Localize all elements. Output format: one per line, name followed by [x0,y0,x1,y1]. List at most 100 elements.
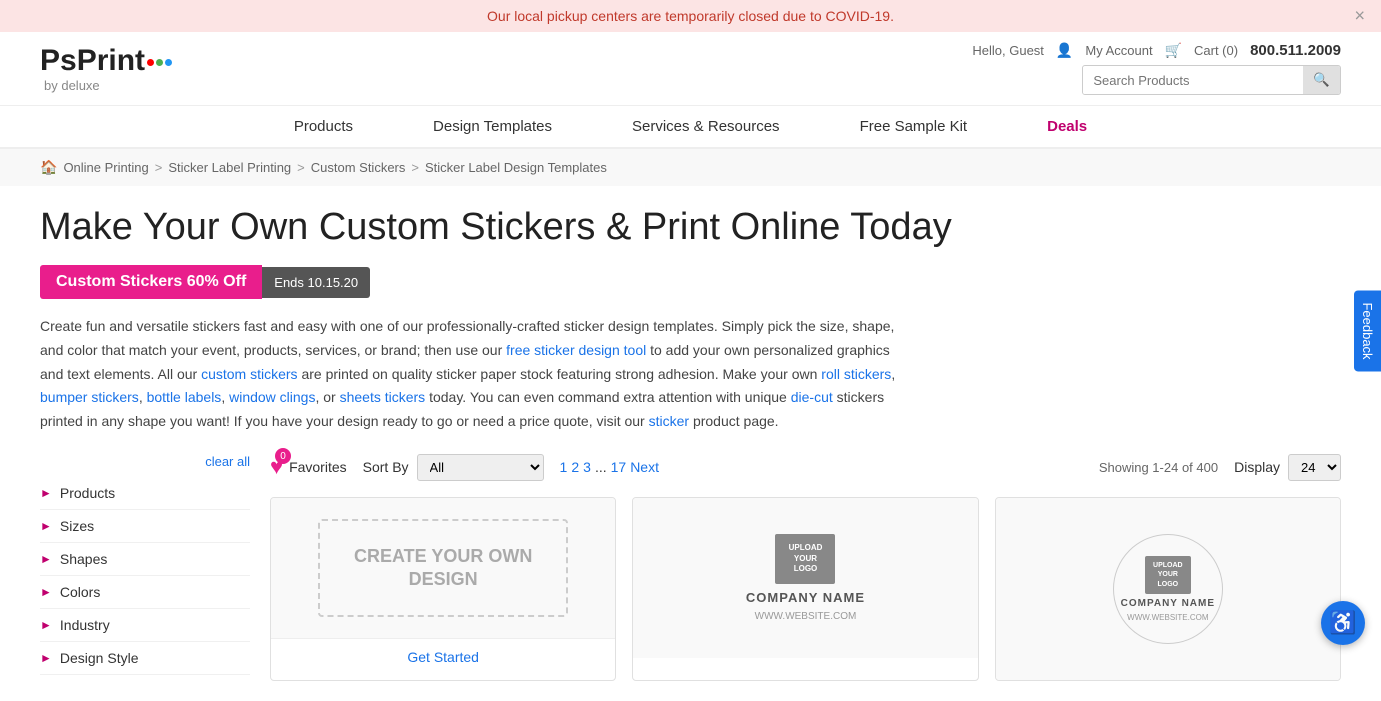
die-cut-link[interactable]: die-cut [791,389,833,405]
covid-message: Our local pickup centers are temporarily… [487,8,894,24]
upload-logo-box-2: UPLOAD YOUR LOGO [775,534,835,584]
search-input[interactable] [1083,67,1303,94]
nav-deals[interactable]: Deals [1007,106,1127,147]
nav-free-sample-kit[interactable]: Free Sample Kit [820,106,1008,147]
nav-products[interactable]: Products [254,106,393,147]
product-card-template-2[interactable]: UPLOAD YOUR LOGO COMPANY NAME WWW.WEBSIT… [632,497,978,681]
sidebar-colors-label: Colors [60,584,100,600]
bumper-stickers-link[interactable]: bumper stickers [40,389,139,405]
roll-stickers-link[interactable]: roll stickers [821,366,891,382]
page-3[interactable]: 3 [583,459,591,475]
page-1[interactable]: 1 [560,459,568,475]
main-nav: Products Design Templates Services & Res… [0,106,1381,149]
cart-link[interactable]: Cart (0) [1194,43,1238,58]
sort-select[interactable]: All Most Popular Newest Price Low-High [417,454,544,481]
sidebar-item-design-style[interactable]: ► Design Style [40,642,250,675]
promo-end: Ends 10.15.20 [262,267,370,298]
breadcrumb-custom-stickers[interactable]: Custom Stickers [311,160,406,175]
sidebar-products-label: Products [60,485,115,501]
promo-badge: Custom Stickers 60% Off Ends 10.15.20 [40,265,370,299]
page-ellipsis: ... [595,459,607,475]
template-3-image: UPLOAD YOUR LOGO COMPANY NAME WWW.WEBSIT… [996,498,1340,680]
arrow-icon: ► [40,486,52,500]
phone-number: 800.511.2009 [1250,42,1341,59]
breadcrumb-online-printing[interactable]: Online Printing [63,160,148,175]
nav-items: Products Design Templates Services & Res… [0,106,1381,149]
sidebar-sizes-label: Sizes [60,518,94,534]
logo-sub: by deluxe [44,78,100,93]
search-bar: 🔍 [1082,65,1341,95]
hello-text: Hello, Guest [972,43,1044,58]
company-name-3: COMPANY NAME [1121,598,1215,609]
header-right: Hello, Guest 👤 My Account 🛒 Cart (0) 800… [972,42,1341,95]
bottle-labels-link[interactable]: bottle labels [147,389,222,405]
header-top-links: Hello, Guest 👤 My Account 🛒 Cart (0) 800… [972,42,1341,59]
arrow-icon: ► [40,651,52,665]
logo[interactable]: PsPrint by deluxe [40,44,172,93]
products-section: ♥ 0 Favorites Sort By All Most Popular N… [250,454,1341,681]
free-sticker-tool-link[interactable]: free sticker design tool [506,342,646,358]
arrow-icon: ► [40,618,52,632]
clear-all-button[interactable]: clear all [40,454,250,469]
arrow-icon: ► [40,585,52,599]
sidebar-item-shapes[interactable]: ► Shapes [40,543,250,576]
search-button[interactable]: 🔍 [1303,66,1340,94]
pagination: 1 2 3 ... 17 Next [560,459,659,475]
create-own-image: CREATE YOUR OWN DESIGN [271,498,615,638]
sticker-link[interactable]: sticker [649,413,689,429]
template-2-image: UPLOAD YOUR LOGO COMPANY NAME WWW.WEBSIT… [633,498,977,658]
feedback-tab[interactable]: Feedback [1354,290,1381,371]
upload-text-2: UPLOAD YOUR LOGO [785,543,825,574]
products-toolbar: ♥ 0 Favorites Sort By All Most Popular N… [270,454,1341,481]
accessibility-button[interactable]: ♿ [1321,601,1365,645]
breadcrumb: 🏠 Online Printing > Sticker Label Printi… [0,149,1381,186]
circle-template: UPLOAD YOUR LOGO COMPANY NAME WWW.WEBSIT… [1113,534,1223,644]
sidebar-industry-label: Industry [60,617,110,633]
breadcrumb-sticker-label-printing[interactable]: Sticker Label Printing [168,160,291,175]
page-2[interactable]: 2 [571,459,579,475]
arrow-icon: ► [40,552,52,566]
display-select[interactable]: 24 48 96 [1288,454,1341,481]
sidebar-design-style-label: Design Style [60,650,139,666]
promo-main: Custom Stickers 60% Off [40,265,262,299]
sidebar-item-sizes[interactable]: ► Sizes [40,510,250,543]
breadcrumb-sticker-label-design-templates[interactable]: Sticker Label Design Templates [425,160,607,175]
page-description: Create fun and versatile stickers fast a… [40,315,910,434]
card-footer-create-own: Get Started [271,638,615,675]
nav-design-templates[interactable]: Design Templates [393,106,592,147]
favorites-label: Favorites [289,459,347,475]
get-started-link[interactable]: Get Started [407,649,479,665]
cart-icon: 🛒 [1165,42,1182,59]
product-card-template-3[interactable]: UPLOAD YOUR LOGO COMPANY NAME WWW.WEBSIT… [995,497,1341,681]
pagination-next[interactable]: Next [630,459,659,475]
website-3: WWW.WEBSITE.COM [1127,613,1208,622]
nav-services-resources[interactable]: Services & Resources [592,106,820,147]
covid-close-button[interactable]: × [1354,6,1365,27]
logo-brand: PsPrint [40,44,172,78]
page-title: Make Your Own Custom Stickers & Print On… [40,206,1341,249]
favorites-button[interactable]: ♥ 0 Favorites [270,454,347,480]
main-content: Make Your Own Custom Stickers & Print On… [0,186,1381,701]
user-icon: 👤 [1056,42,1073,59]
header: PsPrint by deluxe Hello, Guest 👤 My Acco… [0,32,1381,106]
upload-logo-box-3: UPLOAD YOUR LOGO [1145,556,1191,594]
upload-text-3: UPLOAD YOUR LOGO [1153,561,1183,588]
display-section: Display 24 48 96 [1234,454,1341,481]
company-name-2: COMPANY NAME [746,590,865,605]
sidebar-item-products[interactable]: ► Products [40,477,250,510]
my-account-link[interactable]: My Account [1085,43,1152,58]
website-2: WWW.WEBSITE.COM [755,611,857,622]
page-17[interactable]: 17 [611,459,627,475]
create-own-text: CREATE YOUR OWN DESIGN [354,546,532,589]
sidebar-shapes-label: Shapes [60,551,107,567]
sidebar-item-industry[interactable]: ► Industry [40,609,250,642]
custom-stickers-link[interactable]: custom stickers [201,366,297,382]
content-area: clear all ► Products ► Sizes ► Shapes ► … [40,454,1341,681]
create-own-box: CREATE YOUR OWN DESIGN [318,519,568,618]
sort-label: Sort By [363,459,409,475]
sidebar-item-colors[interactable]: ► Colors [40,576,250,609]
window-clings-link[interactable]: window clings [229,389,315,405]
showing-count: Showing 1-24 of 400 [1099,460,1218,475]
product-card-create-own: CREATE YOUR OWN DESIGN Get Started [270,497,616,681]
sheets-tickers-link[interactable]: sheets tickers [340,389,426,405]
